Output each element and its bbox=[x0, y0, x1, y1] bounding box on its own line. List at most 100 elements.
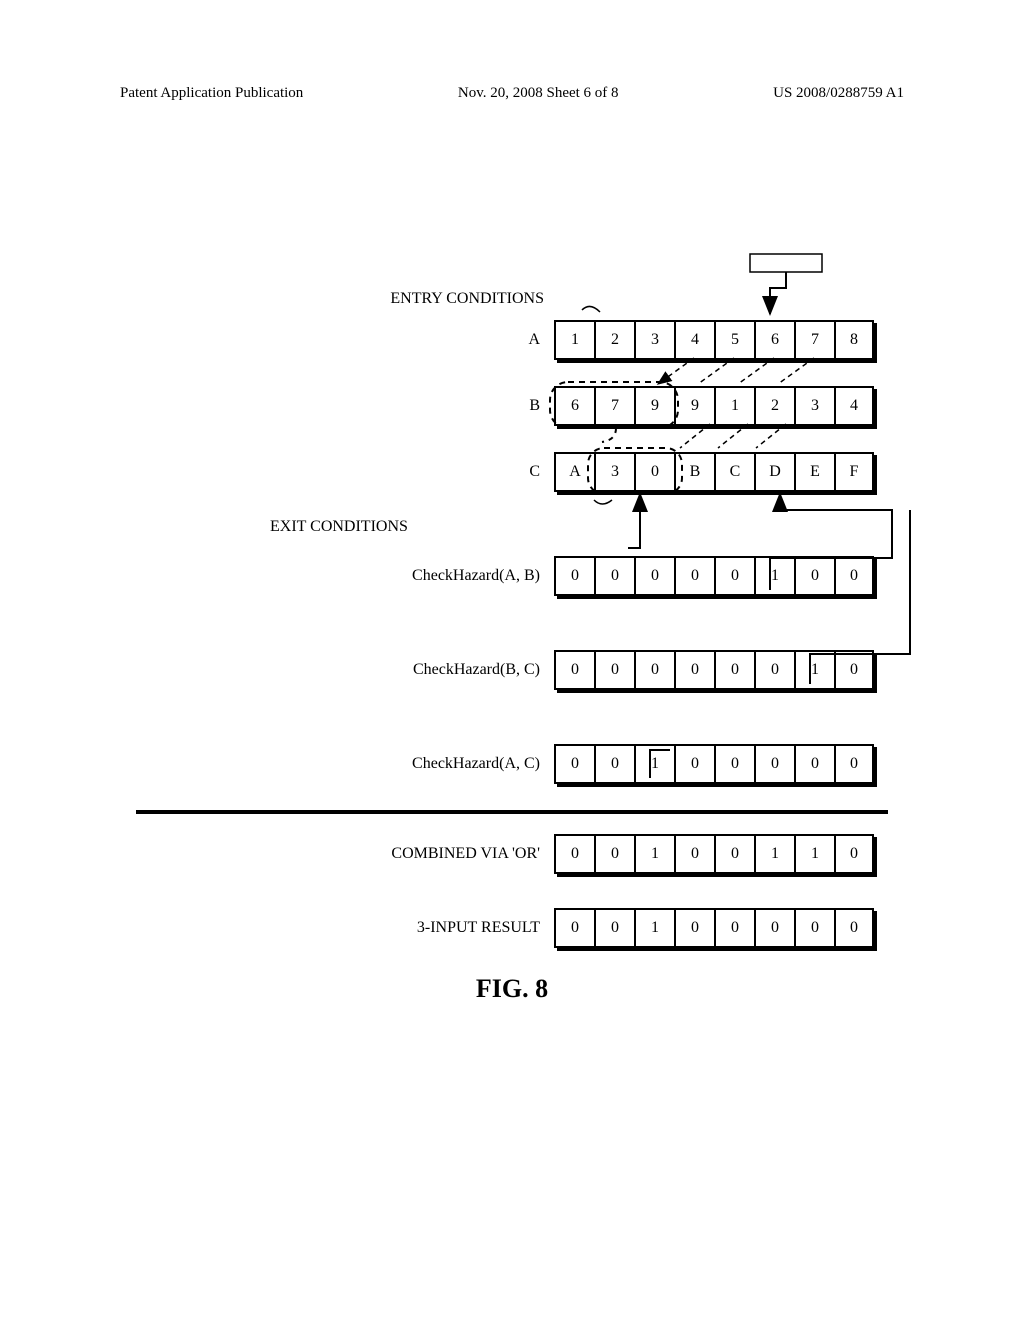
cells-hazAC: 00100000 bbox=[554, 744, 874, 784]
hazAC-cell-2: 1 bbox=[634, 744, 674, 784]
result3-cell-7: 0 bbox=[834, 908, 874, 948]
hazAC-cell-1: 0 bbox=[594, 744, 634, 784]
combined-cell-6: 1 bbox=[794, 834, 834, 874]
result3-cell-5: 0 bbox=[754, 908, 794, 948]
row-C-cell-6: E bbox=[794, 452, 834, 492]
cells-hazAB: 00000100 bbox=[554, 556, 874, 596]
hazBC-cell-5: 0 bbox=[754, 650, 794, 690]
row-combined: COMBINED VIA 'OR' 00100110 bbox=[150, 834, 874, 874]
row-B-cell-5: 2 bbox=[754, 386, 794, 426]
exit-tick-icon bbox=[594, 500, 612, 504]
row-C-cell-7: F bbox=[834, 452, 874, 492]
row-C-cell-4: C bbox=[714, 452, 754, 492]
hazBC-cell-0: 0 bbox=[554, 650, 594, 690]
result3-cell-1: 0 bbox=[594, 908, 634, 948]
page-header: Patent Application Publication Nov. 20, … bbox=[120, 85, 904, 102]
result3-cell-4: 0 bbox=[714, 908, 754, 948]
result3-cell-0: 0 bbox=[554, 908, 594, 948]
row-C-cell-1: 3 bbox=[594, 452, 634, 492]
header-right: US 2008/0288759 A1 bbox=[773, 85, 904, 102]
hazAB-cell-4: 0 bbox=[714, 556, 754, 596]
row-B-cell-0: 6 bbox=[554, 386, 594, 426]
row-C-cell-5: D bbox=[754, 452, 794, 492]
row-A-cell-1: 2 bbox=[594, 320, 634, 360]
entry-conditions-label: ENTRY CONDITIONS bbox=[150, 290, 874, 308]
row-B-cell-7: 4 bbox=[834, 386, 874, 426]
result3-cell-3: 0 bbox=[674, 908, 714, 948]
combined-cell-2: 1 bbox=[634, 834, 674, 874]
row-A-cell-3: 4 bbox=[674, 320, 714, 360]
combined-cell-5: 1 bbox=[754, 834, 794, 874]
row-B-cell-3: 9 bbox=[674, 386, 714, 426]
row-B-cell-2: 9 bbox=[634, 386, 674, 426]
result3-cell-6: 0 bbox=[794, 908, 834, 948]
row-B-cell-1: 7 bbox=[594, 386, 634, 426]
row-A-cell-5: 6 bbox=[754, 320, 794, 360]
row-result3: 3-INPUT RESULT 00100000 bbox=[150, 908, 874, 948]
row-A-cell-2: 3 bbox=[634, 320, 674, 360]
row-hazard-bc: CheckHazard(B, C) 00000010 bbox=[150, 650, 874, 690]
hazAB-cell-0: 0 bbox=[554, 556, 594, 596]
hazBC-cell-3: 0 bbox=[674, 650, 714, 690]
combined-cell-7: 0 bbox=[834, 834, 874, 874]
exit-conditions-label: EXIT CONDITIONS bbox=[270, 518, 874, 536]
cells-combined: 00100110 bbox=[554, 834, 874, 874]
hazAC-cell-6: 0 bbox=[794, 744, 834, 784]
row-C-cell-0: A bbox=[554, 452, 594, 492]
header-center: Nov. 20, 2008 Sheet 6 of 8 bbox=[458, 85, 619, 102]
row-B: B 67991234 bbox=[150, 386, 874, 426]
hazAC-cell-0: 0 bbox=[554, 744, 594, 784]
row-A-label: A bbox=[528, 331, 540, 349]
hazBC-cell-7: 0 bbox=[834, 650, 874, 690]
row-A-cell-4: 5 bbox=[714, 320, 754, 360]
hazAC-cell-4: 0 bbox=[714, 744, 754, 784]
figure-8: ENTRY CONDITIONS A 12345678 B 67991234 C… bbox=[150, 290, 874, 1004]
header-left: Patent Application Publication bbox=[120, 85, 303, 102]
hazBC-cell-2: 0 bbox=[634, 650, 674, 690]
hazAB-cell-1: 0 bbox=[594, 556, 634, 596]
hazard-bc-label: CheckHazard(B, C) bbox=[413, 661, 540, 679]
hazAC-cell-5: 0 bbox=[754, 744, 794, 784]
row-C-label: C bbox=[529, 463, 540, 481]
row-C: C A30BCDEF bbox=[150, 452, 874, 492]
combined-cell-4: 0 bbox=[714, 834, 754, 874]
row-A-cell-6: 7 bbox=[794, 320, 834, 360]
row-A-cell-0: 1 bbox=[554, 320, 594, 360]
row-C-cell-2: 0 bbox=[634, 452, 674, 492]
dash-link-icon bbox=[602, 428, 616, 442]
cells-result3: 00100000 bbox=[554, 908, 874, 948]
row-A-cell-7: 8 bbox=[834, 320, 874, 360]
hazAB-cell-3: 0 bbox=[674, 556, 714, 596]
row-B-label: B bbox=[529, 397, 540, 415]
hazAB-cell-7: 0 bbox=[834, 556, 874, 596]
result3-cell-2: 1 bbox=[634, 908, 674, 948]
hazBC-cell-4: 0 bbox=[714, 650, 754, 690]
hazAC-cell-7: 0 bbox=[834, 744, 874, 784]
cells-A: 12345678 bbox=[554, 320, 874, 360]
row-B-cell-6: 3 bbox=[794, 386, 834, 426]
combined-cell-1: 0 bbox=[594, 834, 634, 874]
entry-callout-box bbox=[750, 254, 822, 272]
cells-C: A30BCDEF bbox=[554, 452, 874, 492]
hazAB-cell-5: 1 bbox=[754, 556, 794, 596]
combined-label: COMBINED VIA 'OR' bbox=[391, 845, 540, 863]
row-hazard-ac: CheckHazard(A, C) 00100000 bbox=[150, 744, 874, 784]
hazBC-cell-1: 0 bbox=[594, 650, 634, 690]
figure-caption: FIG. 8 bbox=[150, 974, 874, 1004]
hazAB-cell-2: 0 bbox=[634, 556, 674, 596]
hazAC-cell-3: 0 bbox=[674, 744, 714, 784]
combined-cell-3: 0 bbox=[674, 834, 714, 874]
hazard-ab-label: CheckHazard(A, B) bbox=[412, 567, 540, 585]
hazBC-cell-6: 1 bbox=[794, 650, 834, 690]
exit-hook-icon bbox=[628, 536, 640, 548]
row-hazard-ab: CheckHazard(A, B) 00000100 bbox=[150, 556, 874, 596]
hazard-ac-label: CheckHazard(A, C) bbox=[412, 755, 540, 773]
hazAB-cell-6: 0 bbox=[794, 556, 834, 596]
row-A: A 12345678 bbox=[150, 320, 874, 360]
cells-hazBC: 00000010 bbox=[554, 650, 874, 690]
cells-B: 67991234 bbox=[554, 386, 874, 426]
combined-cell-0: 0 bbox=[554, 834, 594, 874]
result3-label: 3-INPUT RESULT bbox=[417, 919, 540, 937]
divider bbox=[136, 810, 888, 814]
row-B-cell-4: 1 bbox=[714, 386, 754, 426]
